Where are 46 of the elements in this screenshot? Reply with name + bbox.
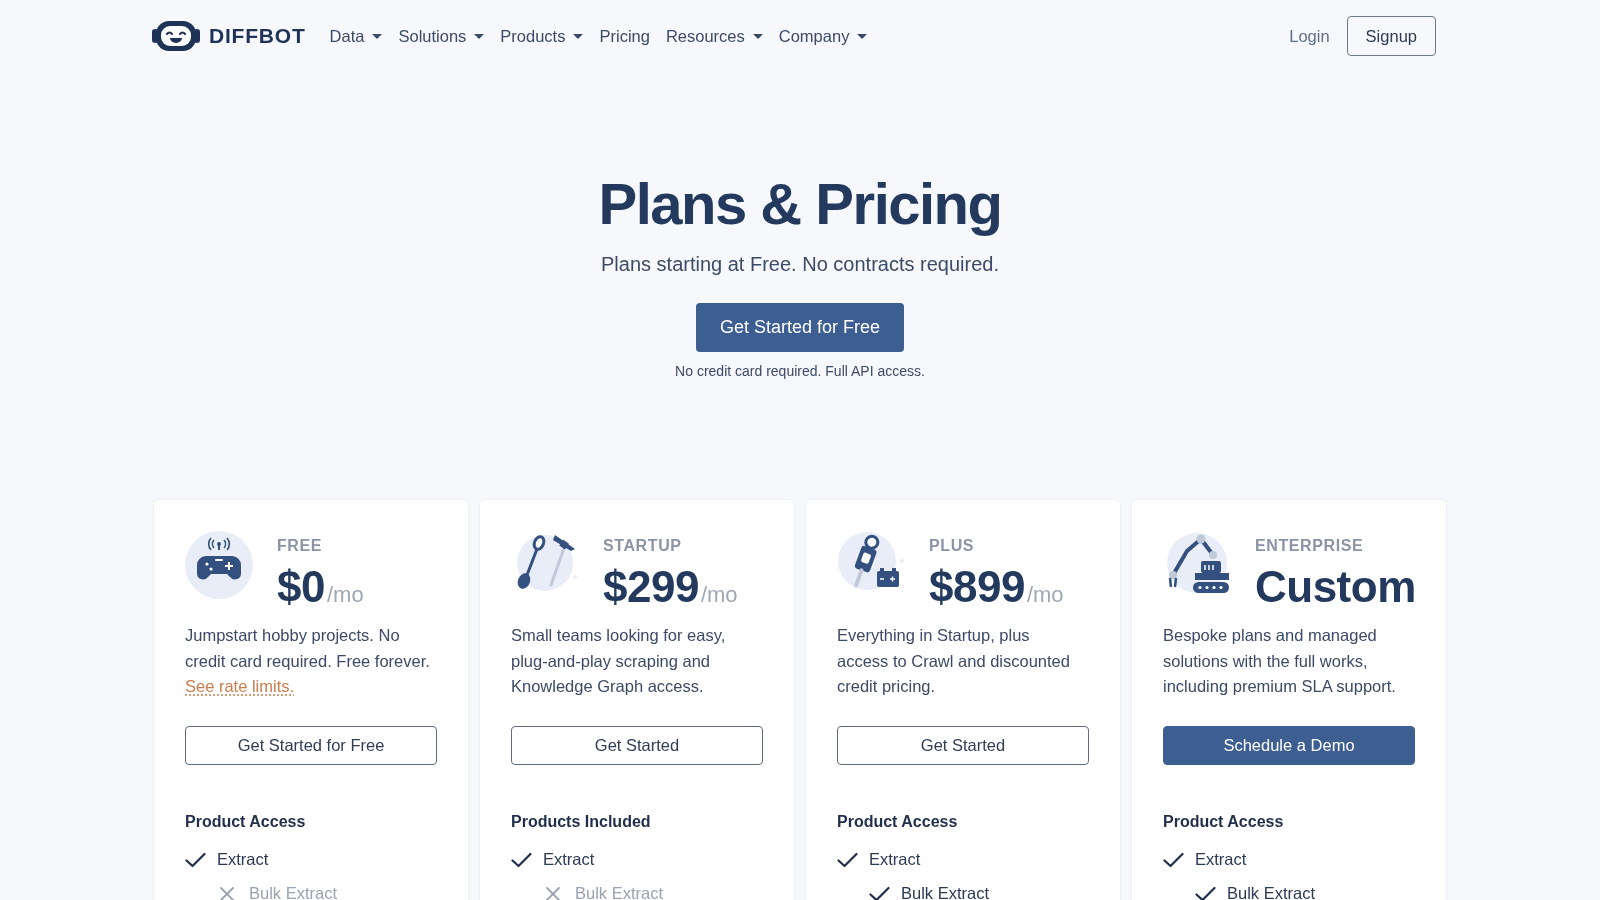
nav-link[interactable]: Solutions bbox=[390, 24, 493, 48]
login-link[interactable]: Login bbox=[1289, 26, 1330, 46]
feature-label: Bulk Extract bbox=[575, 884, 664, 900]
plan-description: Small teams looking for easy, plug-and-play scraping and Knowledge Graph access. bbox=[511, 625, 727, 697]
plan-name-label: STARTUP bbox=[603, 536, 682, 556]
plan-price: $899 bbox=[929, 563, 1025, 611]
nav-link[interactable]: Resources bbox=[657, 24, 771, 48]
hero-note: No credit card required. Full API access. bbox=[675, 362, 925, 381]
price-period: /mo bbox=[700, 582, 738, 608]
page-title: Plans & Pricing bbox=[598, 170, 1002, 238]
plan-name-label: PLUS bbox=[929, 536, 975, 556]
nav-link[interactable]: Company bbox=[770, 24, 876, 48]
page-subtitle: Plans starting at Free. No contracts required. bbox=[601, 252, 999, 277]
brand-name: DIFFBOT bbox=[209, 24, 306, 48]
plan-name-label: FREE bbox=[277, 536, 323, 556]
features-heading: Products Included bbox=[511, 811, 651, 832]
plan-button[interactable]: Get Started bbox=[511, 725, 763, 765]
plan-description: Bespoke plans and managed solutions with the full works, including premium SLA support. bbox=[1163, 625, 1397, 697]
plan-price: Custom bbox=[1255, 563, 1416, 611]
feature-label: Bulk Extract bbox=[1227, 884, 1316, 900]
signup-button[interactable]: Signup bbox=[1346, 16, 1436, 56]
plan-button[interactable]: Get Started bbox=[837, 725, 1089, 765]
plan-button[interactable]: Schedule a Demo bbox=[1163, 725, 1415, 765]
nav-link[interactable]: Data bbox=[321, 24, 391, 48]
feature-label: Extract bbox=[543, 850, 595, 869]
feature-label: Extract bbox=[869, 850, 921, 869]
price-period: /mo bbox=[1026, 582, 1064, 608]
feature-label: Bulk Extract bbox=[249, 884, 338, 900]
plan-name-label: ENTERPRISE bbox=[1255, 536, 1364, 556]
features-heading: Product Access bbox=[185, 811, 306, 832]
robot-logo-icon bbox=[152, 20, 200, 52]
plan-description: Jumpstart hobby projects. No credit card required. Free forever. See rate limits. bbox=[185, 625, 431, 697]
features-heading: Product Access bbox=[1163, 811, 1284, 832]
plan-button[interactable]: Get Started for Free bbox=[185, 725, 437, 765]
plan-price: $299 bbox=[603, 563, 699, 611]
nav-link[interactable]: Products bbox=[492, 24, 592, 48]
feature-label: Extract bbox=[217, 850, 269, 869]
gamepad-icon bbox=[185, 531, 253, 599]
feature-label: Extract bbox=[1195, 850, 1247, 869]
plan-price: $0 bbox=[277, 563, 325, 611]
nav-link[interactable]: Pricing bbox=[591, 24, 658, 48]
feature-label: Bulk Extract bbox=[901, 884, 990, 900]
price-period: /mo bbox=[326, 582, 364, 608]
get-started-button[interactable]: Get Started for Free bbox=[695, 303, 905, 352]
plan-description: Everything in Startup, plus access to Crawl and discounted credit pricing. bbox=[837, 625, 1071, 697]
features-heading: Product Access bbox=[837, 811, 958, 832]
